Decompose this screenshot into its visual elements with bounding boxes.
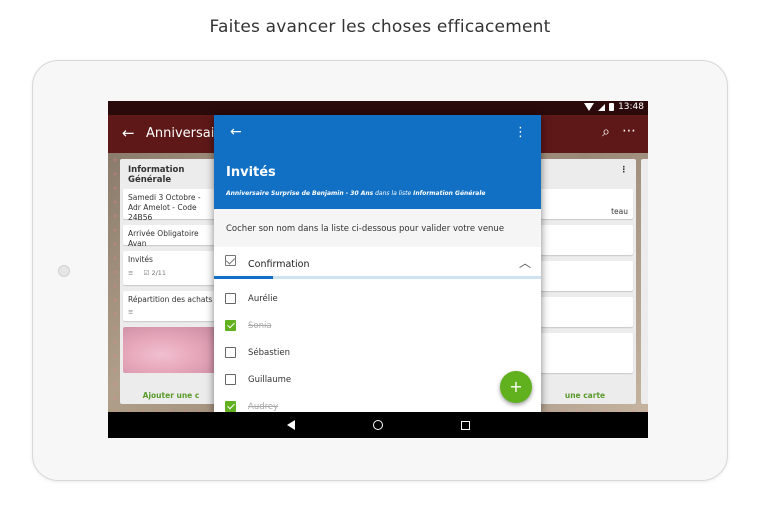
list-information-generale: Information Générale Samedi 3 Octobre - … xyxy=(120,159,222,404)
search-icon[interactable]: ⌕ xyxy=(602,124,610,140)
checkbox-unchecked[interactable] xyxy=(225,374,236,385)
checklist-item-label: Sonia xyxy=(248,321,272,331)
subtitle-board[interactable]: Anniversaire Surprise de Benjamin - 30 A… xyxy=(226,190,373,197)
card-invites[interactable]: Invités ≡ ☑ 2/11 xyxy=(123,251,219,285)
list-right: ⋮ teau une carte xyxy=(534,159,636,404)
list-far-right xyxy=(641,159,648,404)
tablet-camera xyxy=(58,265,70,277)
add-card-button[interactable]: Ajouter une c xyxy=(120,391,222,400)
list-menu-icon[interactable]: ⋮ xyxy=(534,159,636,181)
device-screen: 13:48 ← Anniversaire S ⌕ ⋯ Information G… xyxy=(108,101,648,438)
checkbox-unchecked[interactable] xyxy=(225,293,236,304)
checklist-item-label: Sébastien xyxy=(248,348,290,358)
subtitle-list[interactable]: Information Générale xyxy=(413,190,485,197)
nav-recent-apps-icon[interactable] xyxy=(460,420,470,430)
description-icon: ≡ xyxy=(128,268,134,277)
card-right-5[interactable] xyxy=(537,333,633,373)
checkbox-checked[interactable] xyxy=(225,401,236,412)
checkbox-unchecked[interactable] xyxy=(225,347,236,358)
panel-title: Invités xyxy=(226,165,276,180)
checklist-progress-fill xyxy=(214,276,273,279)
android-nav-bar xyxy=(108,412,648,438)
checklist: Confirmation ︿ Aurélie Sonia Sébastien Guil… xyxy=(214,247,541,412)
piggy-bank-image xyxy=(123,327,219,373)
panel-subtitle: Anniversaire Surprise de Benjamin - 30 A… xyxy=(226,190,485,197)
card-right-1[interactable]: teau xyxy=(537,189,633,219)
card-address[interactable]: Samedi 3 Octobre - Adr Amelot - Code 24B… xyxy=(123,189,219,222)
checklist-item-label: Audrey xyxy=(248,402,279,412)
checklist-item[interactable]: Audrey xyxy=(214,394,541,412)
card-description[interactable]: Cocher son nom dans la liste ci-dessous … xyxy=(226,224,504,234)
back-arrow-icon[interactable]: ← xyxy=(230,124,242,140)
board-back-arrow-icon[interactable]: ← xyxy=(122,124,135,142)
checklist-icon xyxy=(225,255,236,266)
list-header: Information Générale xyxy=(128,165,185,185)
checklist-item[interactable]: Guillaume xyxy=(214,367,541,394)
status-time: 13:48 xyxy=(618,102,644,112)
checklist-title: Confirmation xyxy=(248,259,310,270)
checklist-progress-bar xyxy=(214,276,541,279)
more-options-icon[interactable]: ⋯ xyxy=(622,123,636,139)
nav-home-icon[interactable] xyxy=(372,420,383,430)
checklist-item[interactable]: Sébastien xyxy=(214,340,541,367)
card-right-4[interactable] xyxy=(537,297,633,327)
description-icon: ≡ xyxy=(128,307,134,316)
add-card-button-right[interactable]: une carte xyxy=(534,391,636,400)
checklist-item[interactable]: Sonia xyxy=(214,313,541,340)
chevron-up-icon[interactable]: ︿ xyxy=(519,254,531,271)
checkbox-checked[interactable] xyxy=(225,320,236,331)
card-right-2[interactable] xyxy=(537,225,633,255)
headline: Faites avancer les choses efficacement xyxy=(209,17,551,37)
checklist-count: 2/11 xyxy=(151,268,167,277)
card-detail-panel: ← ⋮ Invités Anniversaire Surprise de Ben… xyxy=(214,115,541,412)
panel-header: ← ⋮ Invités Anniversaire Surprise de Ben… xyxy=(214,115,541,209)
checklist-icon: ☑ xyxy=(143,268,150,277)
card-invites-title: Invités xyxy=(128,255,153,264)
signal-icon xyxy=(598,103,606,111)
battery-icon xyxy=(609,103,615,111)
add-fab-button[interactable]: + xyxy=(500,371,532,403)
card-achats-title: Répartition des achats xyxy=(128,295,213,304)
checklist-item[interactable]: Aurélie xyxy=(214,286,541,313)
card-right-3[interactable] xyxy=(537,261,633,291)
wifi-icon xyxy=(584,103,595,111)
checklist-item-label: Guillaume xyxy=(248,375,292,385)
subtitle-connector: dans la liste xyxy=(373,190,414,197)
nav-back-icon[interactable] xyxy=(286,420,295,430)
status-bar: 13:48 xyxy=(108,101,648,115)
card-arrival[interactable]: Arrivée Obligatoire Avan xyxy=(123,225,219,248)
overflow-menu-icon[interactable]: ⋮ xyxy=(514,125,527,140)
card-achats[interactable]: Répartition des achats ≡ xyxy=(123,291,219,321)
checklist-header[interactable]: Confirmation ︿ xyxy=(214,247,541,279)
checklist-item-label: Aurélie xyxy=(248,294,278,304)
